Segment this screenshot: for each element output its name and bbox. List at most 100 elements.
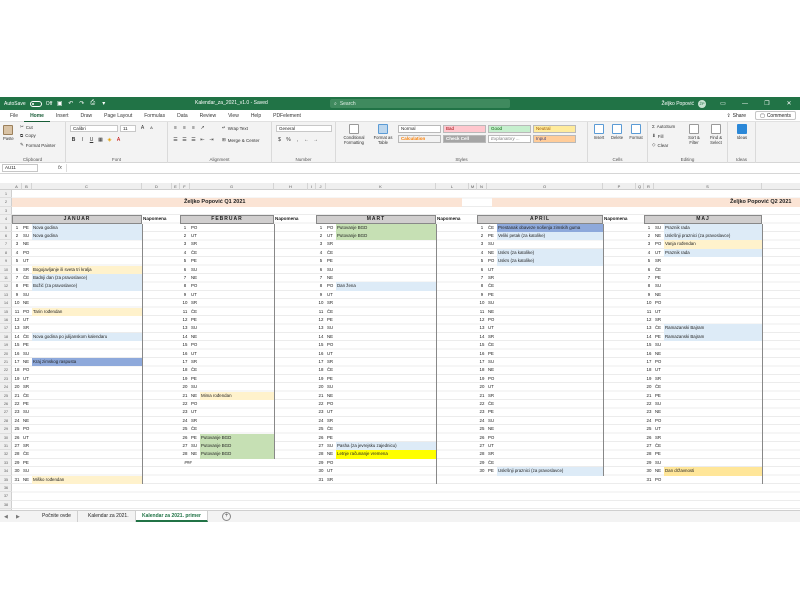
weekday-cell[interactable]: ČE bbox=[190, 366, 200, 374]
day-number-cell[interactable]: 15 bbox=[180, 341, 190, 349]
day-number-cell[interactable]: 22 bbox=[180, 400, 190, 408]
event-note-cell[interactable]: Letnje računanje vremena bbox=[336, 450, 436, 459]
calendar-sheet[interactable]: Željko Popović Q1 2021 Željko Popović Q2… bbox=[12, 190, 800, 510]
weekday-cell[interactable]: NE bbox=[22, 358, 32, 366]
weekday-cell[interactable]: UT bbox=[654, 425, 664, 433]
weekday-cell[interactable]: PO bbox=[326, 282, 336, 290]
style-calculation[interactable]: Calculation bbox=[398, 135, 441, 143]
italic-icon[interactable]: I bbox=[79, 137, 86, 143]
weekday-cell[interactable]: SR bbox=[326, 240, 336, 248]
day-number-cell[interactable]: 3 bbox=[12, 240, 22, 248]
weekday-cell[interactable]: PE bbox=[190, 434, 200, 442]
event-note-cell[interactable] bbox=[336, 266, 436, 274]
day-number-cell[interactable]: 8 bbox=[644, 282, 654, 290]
weekday-cell[interactable]: NE bbox=[487, 249, 497, 257]
weekday-cell[interactable]: UT bbox=[190, 232, 200, 240]
day-number-cell[interactable]: 27 bbox=[477, 442, 487, 450]
row-header[interactable]: 15 bbox=[0, 308, 12, 316]
weekday-cell[interactable]: ČE bbox=[326, 249, 336, 257]
event-note-cell[interactable] bbox=[336, 341, 436, 349]
weekday-cell[interactable]: ČE bbox=[654, 266, 664, 274]
event-note-cell[interactable] bbox=[32, 450, 142, 458]
day-number-cell[interactable]: 8 bbox=[477, 282, 487, 290]
style-input[interactable]: Input bbox=[533, 135, 576, 143]
weekday-cell[interactable]: NE bbox=[190, 392, 200, 400]
paste-button[interactable]: Paste bbox=[3, 125, 14, 141]
weekday-cell[interactable]: UT bbox=[487, 383, 497, 391]
weekday-cell[interactable]: NE bbox=[654, 467, 664, 475]
day-number-cell[interactable]: 18 bbox=[477, 366, 487, 374]
event-note-cell[interactable] bbox=[336, 408, 436, 416]
row-header[interactable]: 29 bbox=[0, 425, 12, 434]
row-header[interactable]: 14 bbox=[0, 299, 12, 308]
day-number-cell[interactable]: 20 bbox=[477, 383, 487, 391]
weekday-cell[interactable]: PO bbox=[654, 299, 664, 307]
weekday-cell[interactable]: PO bbox=[190, 282, 200, 290]
day-number-cell[interactable]: 25 bbox=[316, 425, 326, 433]
weekday-cell[interactable]: ČE bbox=[654, 383, 664, 391]
weekday-cell[interactable]: NE bbox=[654, 232, 664, 240]
weekday-cell[interactable]: ČE bbox=[654, 324, 664, 332]
weekday-cell[interactable]: ČE bbox=[22, 450, 32, 458]
increase-indent-icon[interactable]: ⇥ bbox=[208, 137, 215, 143]
event-note-cell[interactable]: Uskrs (za katolike) bbox=[497, 248, 603, 258]
decrease-decimal-icon[interactable]: → bbox=[312, 137, 319, 143]
weekday-cell[interactable]: PE bbox=[190, 375, 200, 383]
sheet-nav-next-icon[interactable]: ▶ bbox=[16, 514, 20, 520]
event-note-cell[interactable]: Nova godina bbox=[32, 223, 142, 232]
weekday-cell[interactable]: UT bbox=[22, 375, 32, 383]
row-header[interactable]: 11 bbox=[0, 274, 12, 283]
tab-review[interactable]: Review bbox=[194, 110, 222, 122]
weekday-cell[interactable]: SR bbox=[487, 450, 497, 458]
conditional-formatting-button[interactable]: Conditional Formatting bbox=[340, 124, 368, 145]
day-number-cell[interactable]: 19 bbox=[12, 375, 22, 383]
weekday-cell[interactable]: NE bbox=[326, 392, 336, 400]
copy-button[interactable]: ⧉ Copy bbox=[20, 133, 36, 138]
weekday-cell[interactable]: UT bbox=[22, 316, 32, 324]
day-number-cell[interactable]: 6 bbox=[180, 266, 190, 274]
event-note-cell[interactable] bbox=[664, 316, 762, 324]
day-number-cell[interactable]: 7 bbox=[644, 274, 654, 282]
weekday-cell[interactable]: ČE bbox=[22, 392, 32, 400]
weekday-cell[interactable]: NE bbox=[654, 408, 664, 416]
day-number-cell[interactable]: 8 bbox=[316, 282, 326, 290]
name-box[interactable]: AU11 bbox=[2, 164, 38, 172]
weekday-cell[interactable]: NE bbox=[326, 450, 336, 458]
grow-font-icon[interactable]: A bbox=[139, 125, 146, 131]
weekday-cell[interactable]: PE bbox=[487, 232, 497, 240]
event-note-cell[interactable] bbox=[497, 324, 603, 332]
event-note-cell[interactable] bbox=[497, 308, 603, 316]
day-number-cell[interactable]: 14 bbox=[12, 333, 22, 341]
event-note-cell[interactable] bbox=[336, 299, 436, 307]
event-note-cell[interactable] bbox=[664, 282, 762, 290]
day-number-cell[interactable]: 20 bbox=[316, 383, 326, 391]
weekday-cell[interactable]: PE bbox=[22, 459, 32, 467]
event-note-cell[interactable] bbox=[336, 291, 436, 299]
day-number-cell[interactable]: 8 bbox=[180, 282, 190, 290]
tab-draw[interactable]: Draw bbox=[74, 110, 98, 122]
weekday-cell[interactable]: UT bbox=[487, 266, 497, 274]
day-number-cell[interactable]: 27 bbox=[12, 442, 22, 450]
event-note-cell[interactable] bbox=[32, 324, 142, 332]
weekday-cell[interactable]: UT bbox=[326, 350, 336, 358]
column-header-k[interactable]: K bbox=[326, 183, 436, 190]
event-note-cell[interactable] bbox=[664, 350, 762, 358]
format-cells-button[interactable]: Format bbox=[627, 124, 645, 140]
day-number-cell[interactable]: 7 bbox=[316, 274, 326, 282]
event-note-cell[interactable] bbox=[32, 240, 142, 248]
tab-pdfelement[interactable]: PDFelement bbox=[267, 110, 307, 122]
align-center-icon[interactable]: ☰ bbox=[181, 137, 188, 143]
event-note-cell[interactable] bbox=[497, 341, 603, 349]
event-note-cell[interactable] bbox=[336, 240, 436, 248]
weekday-cell[interactable]: SR bbox=[190, 417, 200, 425]
event-note-cell[interactable] bbox=[497, 400, 603, 408]
day-number-cell[interactable]: 5 bbox=[12, 257, 22, 265]
day-number-cell[interactable]: 14 bbox=[316, 333, 326, 341]
event-note-cell[interactable] bbox=[200, 282, 274, 290]
weekday-cell[interactable]: PE bbox=[22, 400, 32, 408]
event-note-cell[interactable]: Praznik rada bbox=[664, 248, 762, 258]
column-header-l[interactable]: L bbox=[436, 183, 469, 190]
day-number-cell[interactable]: 27 bbox=[644, 442, 654, 450]
event-note-cell[interactable] bbox=[32, 249, 142, 257]
weekday-cell[interactable]: UT bbox=[190, 350, 200, 358]
